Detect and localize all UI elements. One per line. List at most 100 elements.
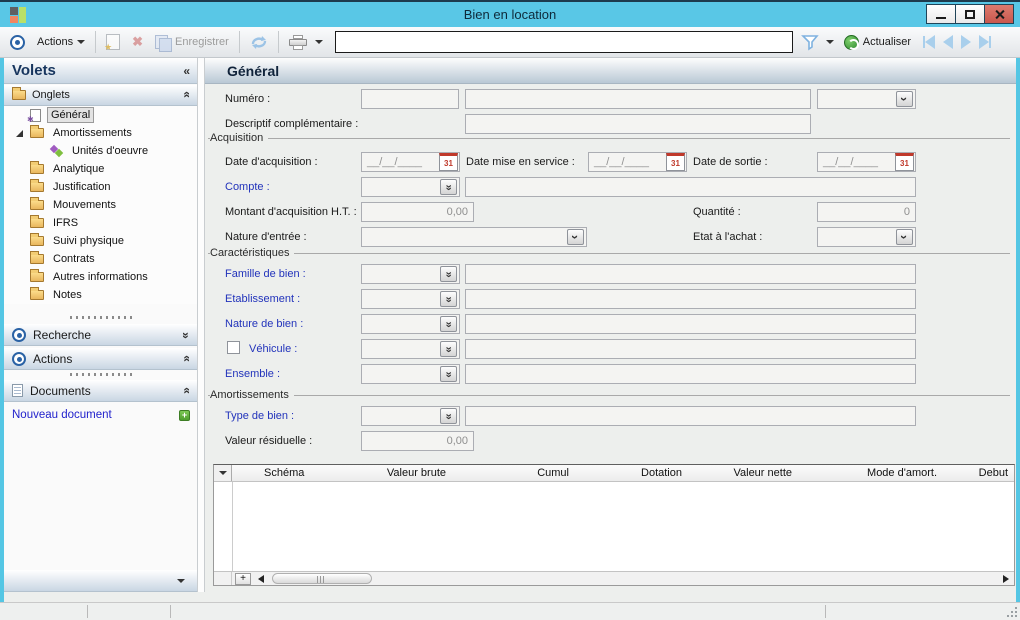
- etablissement-label[interactable]: Etablissement :: [225, 289, 300, 309]
- filter-chevron-down-icon[interactable]: [826, 40, 834, 44]
- sidebar-item-notes[interactable]: Notes: [4, 286, 197, 304]
- montant-input[interactable]: 0,00: [361, 202, 474, 222]
- panel-splitter[interactable]: [198, 58, 205, 592]
- nature-bien-description-input[interactable]: [465, 314, 916, 334]
- search-input[interactable]: [335, 31, 793, 53]
- sidebar-section-actions[interactable]: Actions »: [4, 348, 197, 370]
- date-acquisition-input[interactable]: __/__/____ 31: [361, 152, 460, 172]
- column-header-cumul[interactable]: Cumul: [450, 465, 573, 481]
- nature-bien-label[interactable]: Nature de bien :: [225, 314, 303, 334]
- delete-button[interactable]: ✖: [128, 31, 147, 53]
- scrollbar-track[interactable]: [269, 573, 997, 585]
- expand-triangle-icon[interactable]: [16, 130, 23, 137]
- actions-menu-button[interactable]: Actions: [33, 33, 89, 51]
- dropdown-button[interactable]: ›: [896, 229, 913, 245]
- sidebar-item-contrats[interactable]: Contrats: [4, 250, 197, 268]
- add-row-button[interactable]: +: [235, 573, 251, 585]
- filter-funnel-icon[interactable]: [801, 34, 819, 51]
- close-button[interactable]: [984, 4, 1014, 24]
- sidebar-group-onglets[interactable]: Onglets »: [4, 85, 197, 106]
- vehicule-label[interactable]: Véhicule :: [249, 339, 297, 359]
- sidebar-item-amortissements[interactable]: Amortissements: [4, 124, 197, 142]
- etat-achat-dropdown[interactable]: ›: [817, 227, 916, 247]
- refresh-button[interactable]: [246, 32, 272, 53]
- sidebar-section-documents[interactable]: Documents »: [4, 380, 197, 402]
- lookup-button[interactable]: »: [440, 408, 457, 424]
- dropdown-button[interactable]: ›: [567, 229, 584, 245]
- nature-entree-dropdown[interactable]: ›: [361, 227, 587, 247]
- lookup-button[interactable]: »: [440, 179, 457, 195]
- compte-label[interactable]: Compte :: [225, 177, 270, 197]
- sidebar-item-ifrs[interactable]: IFRS: [4, 214, 197, 232]
- famille-bien-label[interactable]: Famille de bien :: [225, 264, 306, 284]
- actualiser-button[interactable]: Actualiser: [840, 32, 915, 53]
- last-record-button[interactable]: [979, 35, 991, 49]
- calendar-icon[interactable]: 31: [895, 153, 914, 171]
- sidebar-item-justification[interactable]: Justification: [4, 178, 197, 196]
- sidebar-item-general[interactable]: Général: [4, 106, 197, 124]
- first-record-button[interactable]: [923, 35, 935, 49]
- lookup-button[interactable]: »: [440, 366, 457, 382]
- calendar-icon[interactable]: 31: [666, 153, 685, 171]
- dotted-separator[interactable]: [70, 373, 132, 376]
- compte-combobox[interactable]: »: [361, 177, 460, 197]
- new-item-button[interactable]: [102, 31, 124, 53]
- type-bien-label[interactable]: Type de bien :: [225, 406, 294, 426]
- vehicule-checkbox[interactable]: [227, 341, 240, 354]
- plus-icon[interactable]: +: [179, 410, 190, 421]
- sidebar-item-unites-oeuvre[interactable]: Unités d'oeuvre: [4, 142, 197, 160]
- etablissement-combobox[interactable]: »: [361, 289, 460, 309]
- compte-description-input[interactable]: [465, 177, 916, 197]
- sidebar-item-analytique[interactable]: Analytique: [4, 160, 197, 178]
- new-document-link[interactable]: Nouveau document +: [12, 407, 190, 423]
- date-sortie-input[interactable]: __/__/____ 31: [817, 152, 916, 172]
- column-header-dotation[interactable]: Dotation: [573, 465, 686, 481]
- date-mise-service-input[interactable]: __/__/____ 31: [588, 152, 687, 172]
- sidebar-item-autres-informations[interactable]: Autres informations: [4, 268, 197, 286]
- vehicule-combobox[interactable]: »: [361, 339, 460, 359]
- type-bien-combobox[interactable]: »: [361, 406, 460, 426]
- column-header-schema[interactable]: Schéma: [232, 465, 352, 481]
- column-header-debut[interactable]: Debut: [941, 465, 1014, 481]
- quantite-input[interactable]: 0: [817, 202, 916, 222]
- scrollbar-thumb[interactable]: [272, 573, 372, 584]
- scroll-left-button[interactable]: [254, 573, 267, 585]
- sidebar-item-mouvements[interactable]: Mouvements: [4, 196, 197, 214]
- grid-body[interactable]: [214, 482, 1014, 571]
- calendar-icon[interactable]: 31: [439, 153, 458, 171]
- ensemble-combobox[interactable]: »: [361, 364, 460, 384]
- nature-bien-combobox[interactable]: »: [361, 314, 460, 334]
- column-header-valeur-nette[interactable]: Valeur nette: [686, 465, 796, 481]
- maximize-button[interactable]: [955, 4, 985, 24]
- numero-input[interactable]: [361, 89, 459, 109]
- column-header-mode-amort[interactable]: Mode d'amort.: [796, 465, 941, 481]
- descriptif-input[interactable]: [465, 114, 811, 134]
- collapse-panel-icon[interactable]: «: [183, 64, 189, 78]
- numero-designation-input[interactable]: [465, 89, 811, 109]
- lookup-button[interactable]: »: [440, 341, 457, 357]
- type-bien-description-input[interactable]: [465, 406, 916, 426]
- famille-bien-combobox[interactable]: »: [361, 264, 460, 284]
- scroll-right-button[interactable]: [999, 573, 1012, 585]
- etablissement-description-input[interactable]: [465, 289, 916, 309]
- row-selector-header[interactable]: [214, 465, 232, 481]
- sidebar-scroll-down-bar[interactable]: [4, 570, 197, 592]
- vehicule-description-input[interactable]: [465, 339, 916, 359]
- famille-bien-description-input[interactable]: [465, 264, 916, 284]
- minimize-button[interactable]: [926, 4, 956, 24]
- dotted-separator[interactable]: [70, 316, 132, 319]
- save-button[interactable]: Enregistrer: [151, 32, 233, 53]
- print-button[interactable]: [285, 32, 327, 53]
- lookup-button[interactable]: »: [440, 291, 457, 307]
- lookup-button[interactable]: »: [440, 266, 457, 282]
- valeur-residuelle-input[interactable]: 0,00: [361, 431, 474, 451]
- sidebar-section-recherche[interactable]: Recherche »: [4, 324, 197, 346]
- resize-grip[interactable]: [1005, 605, 1017, 617]
- next-record-button[interactable]: [961, 35, 971, 49]
- dropdown-button[interactable]: ›: [896, 91, 913, 107]
- lookup-button[interactable]: »: [440, 316, 457, 332]
- column-header-valeur-brute[interactable]: Valeur brute: [352, 465, 450, 481]
- numero-combobox[interactable]: ›: [817, 89, 916, 109]
- sidebar-item-suivi-physique[interactable]: Suivi physique: [4, 232, 197, 250]
- ensemble-label[interactable]: Ensemble :: [225, 364, 280, 384]
